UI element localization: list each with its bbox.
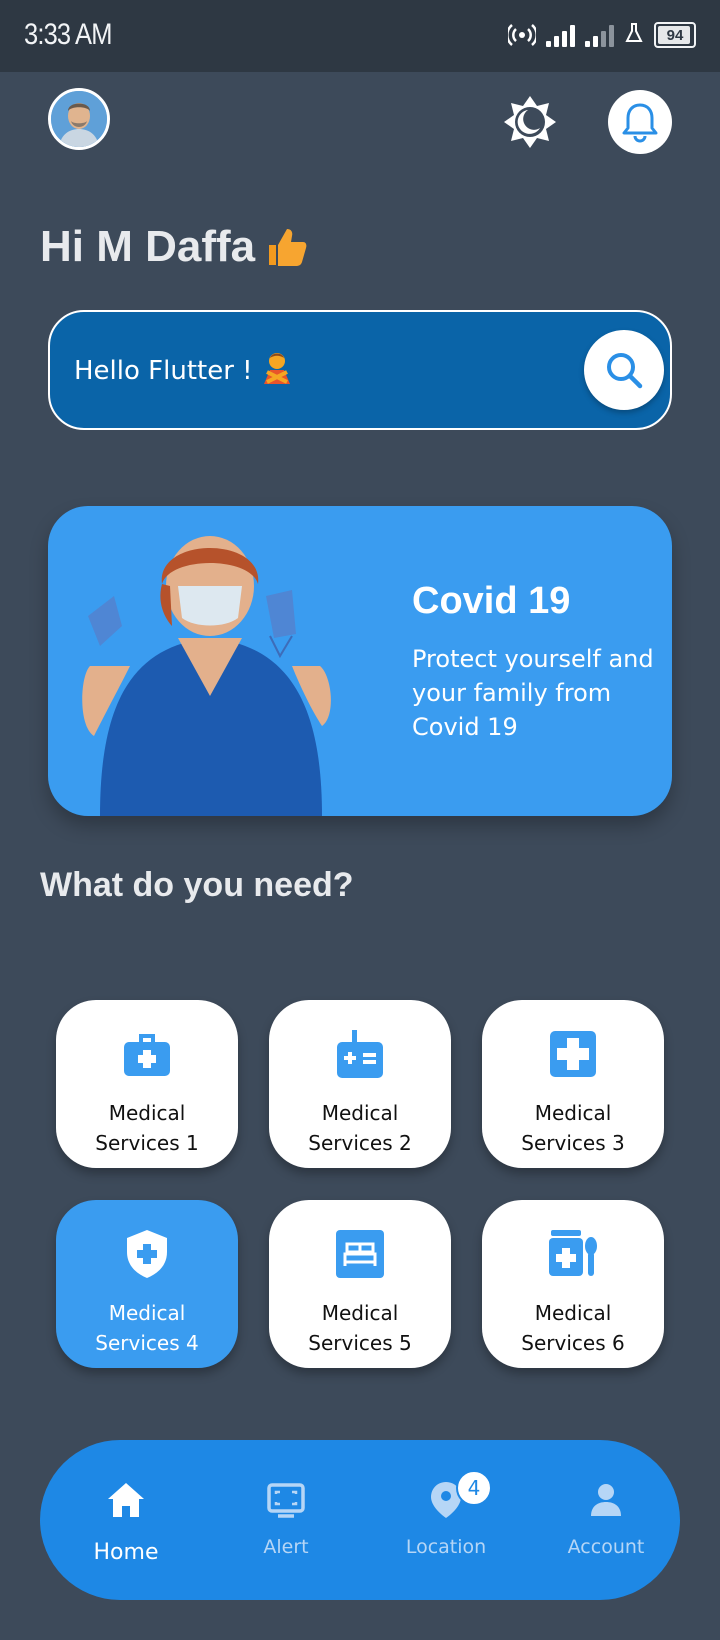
service-card-5[interactable]: Medical Services 5: [269, 1200, 451, 1368]
nav-alert[interactable]: Alert: [216, 1440, 356, 1600]
hotspot-icon: [506, 22, 538, 48]
covid-banner[interactable]: Covid 19 Protect yourself and your famil…: [48, 506, 672, 816]
brightness-moon-icon: [504, 96, 556, 148]
nurse-with-mask-image: [60, 526, 360, 816]
service-label: Medical Services 6: [521, 1301, 625, 1355]
lab-flask-icon: [624, 22, 644, 48]
person-gesturing-no-emoji-icon: [260, 350, 294, 384]
banner-subtitle: Protect yourself and your family from Co…: [412, 645, 654, 741]
search-bar[interactable]: [48, 310, 672, 430]
theme-toggle-button[interactable]: [502, 94, 558, 150]
search-input[interactable]: [72, 348, 526, 394]
nav-label: Alert: [263, 1536, 309, 1558]
service-label: Medical Services 1: [95, 1101, 199, 1155]
notification-button[interactable]: [608, 90, 672, 154]
banner-title: Covid 19: [412, 580, 571, 622]
greeting-text: Hi M Daffa: [40, 222, 256, 271]
nav-account[interactable]: Account: [536, 1440, 676, 1600]
bottom-nav: Home Alert 4 Location Account: [40, 1440, 680, 1600]
greeting: Hi M Daffa: [40, 222, 309, 272]
status-icons: 94: [506, 22, 696, 48]
search-button[interactable]: [584, 330, 664, 410]
medical-plus-icon: [547, 1028, 599, 1080]
battery-icon: 94: [654, 22, 696, 48]
nav-home[interactable]: Home: [56, 1440, 196, 1600]
bed-icon: [334, 1228, 386, 1280]
service-label: Medical Services 2: [308, 1101, 412, 1155]
location-badge: 4: [456, 1470, 492, 1506]
home-icon: [106, 1480, 146, 1520]
signal-icon: [546, 23, 575, 47]
service-card-4[interactable]: Medical Services 4: [56, 1200, 238, 1368]
signal-2-icon: [585, 23, 614, 47]
service-card-3[interactable]: Medical Services 3: [482, 1000, 664, 1168]
nav-location[interactable]: 4 Location: [376, 1440, 516, 1600]
service-label: Medical Services 5: [308, 1301, 412, 1355]
thumbs-up-emoji-icon: [269, 229, 307, 266]
nav-label: Home: [93, 1540, 159, 1565]
person-icon: [586, 1480, 626, 1520]
nav-label: Location: [405, 1536, 487, 1558]
search-icon: [607, 353, 643, 389]
medical-shield-icon: [121, 1228, 173, 1280]
service-card-2[interactable]: Medical Services 2: [269, 1000, 451, 1168]
monitor-icon: [266, 1480, 306, 1520]
section-title: What do you need?: [40, 866, 354, 904]
medical-calculator-icon: [334, 1028, 386, 1080]
medicine-spoon-icon: [547, 1228, 599, 1280]
nav-label: Account: [567, 1536, 645, 1558]
user-avatar-icon: [51, 91, 107, 147]
service-label: Medical Services 4: [95, 1301, 199, 1355]
avatar[interactable]: [48, 88, 110, 150]
service-label: Medical Services 3: [521, 1101, 625, 1155]
service-card-6[interactable]: Medical Services 6: [482, 1200, 664, 1368]
status-bar: 3:33 AM 94: [0, 0, 720, 72]
bell-icon: [622, 103, 658, 143]
medical-kit-icon: [121, 1028, 173, 1080]
battery-text: 94: [666, 26, 684, 44]
service-card-1[interactable]: Medical Services 1: [56, 1000, 238, 1168]
status-time: 3:33 AM: [24, 18, 112, 51]
